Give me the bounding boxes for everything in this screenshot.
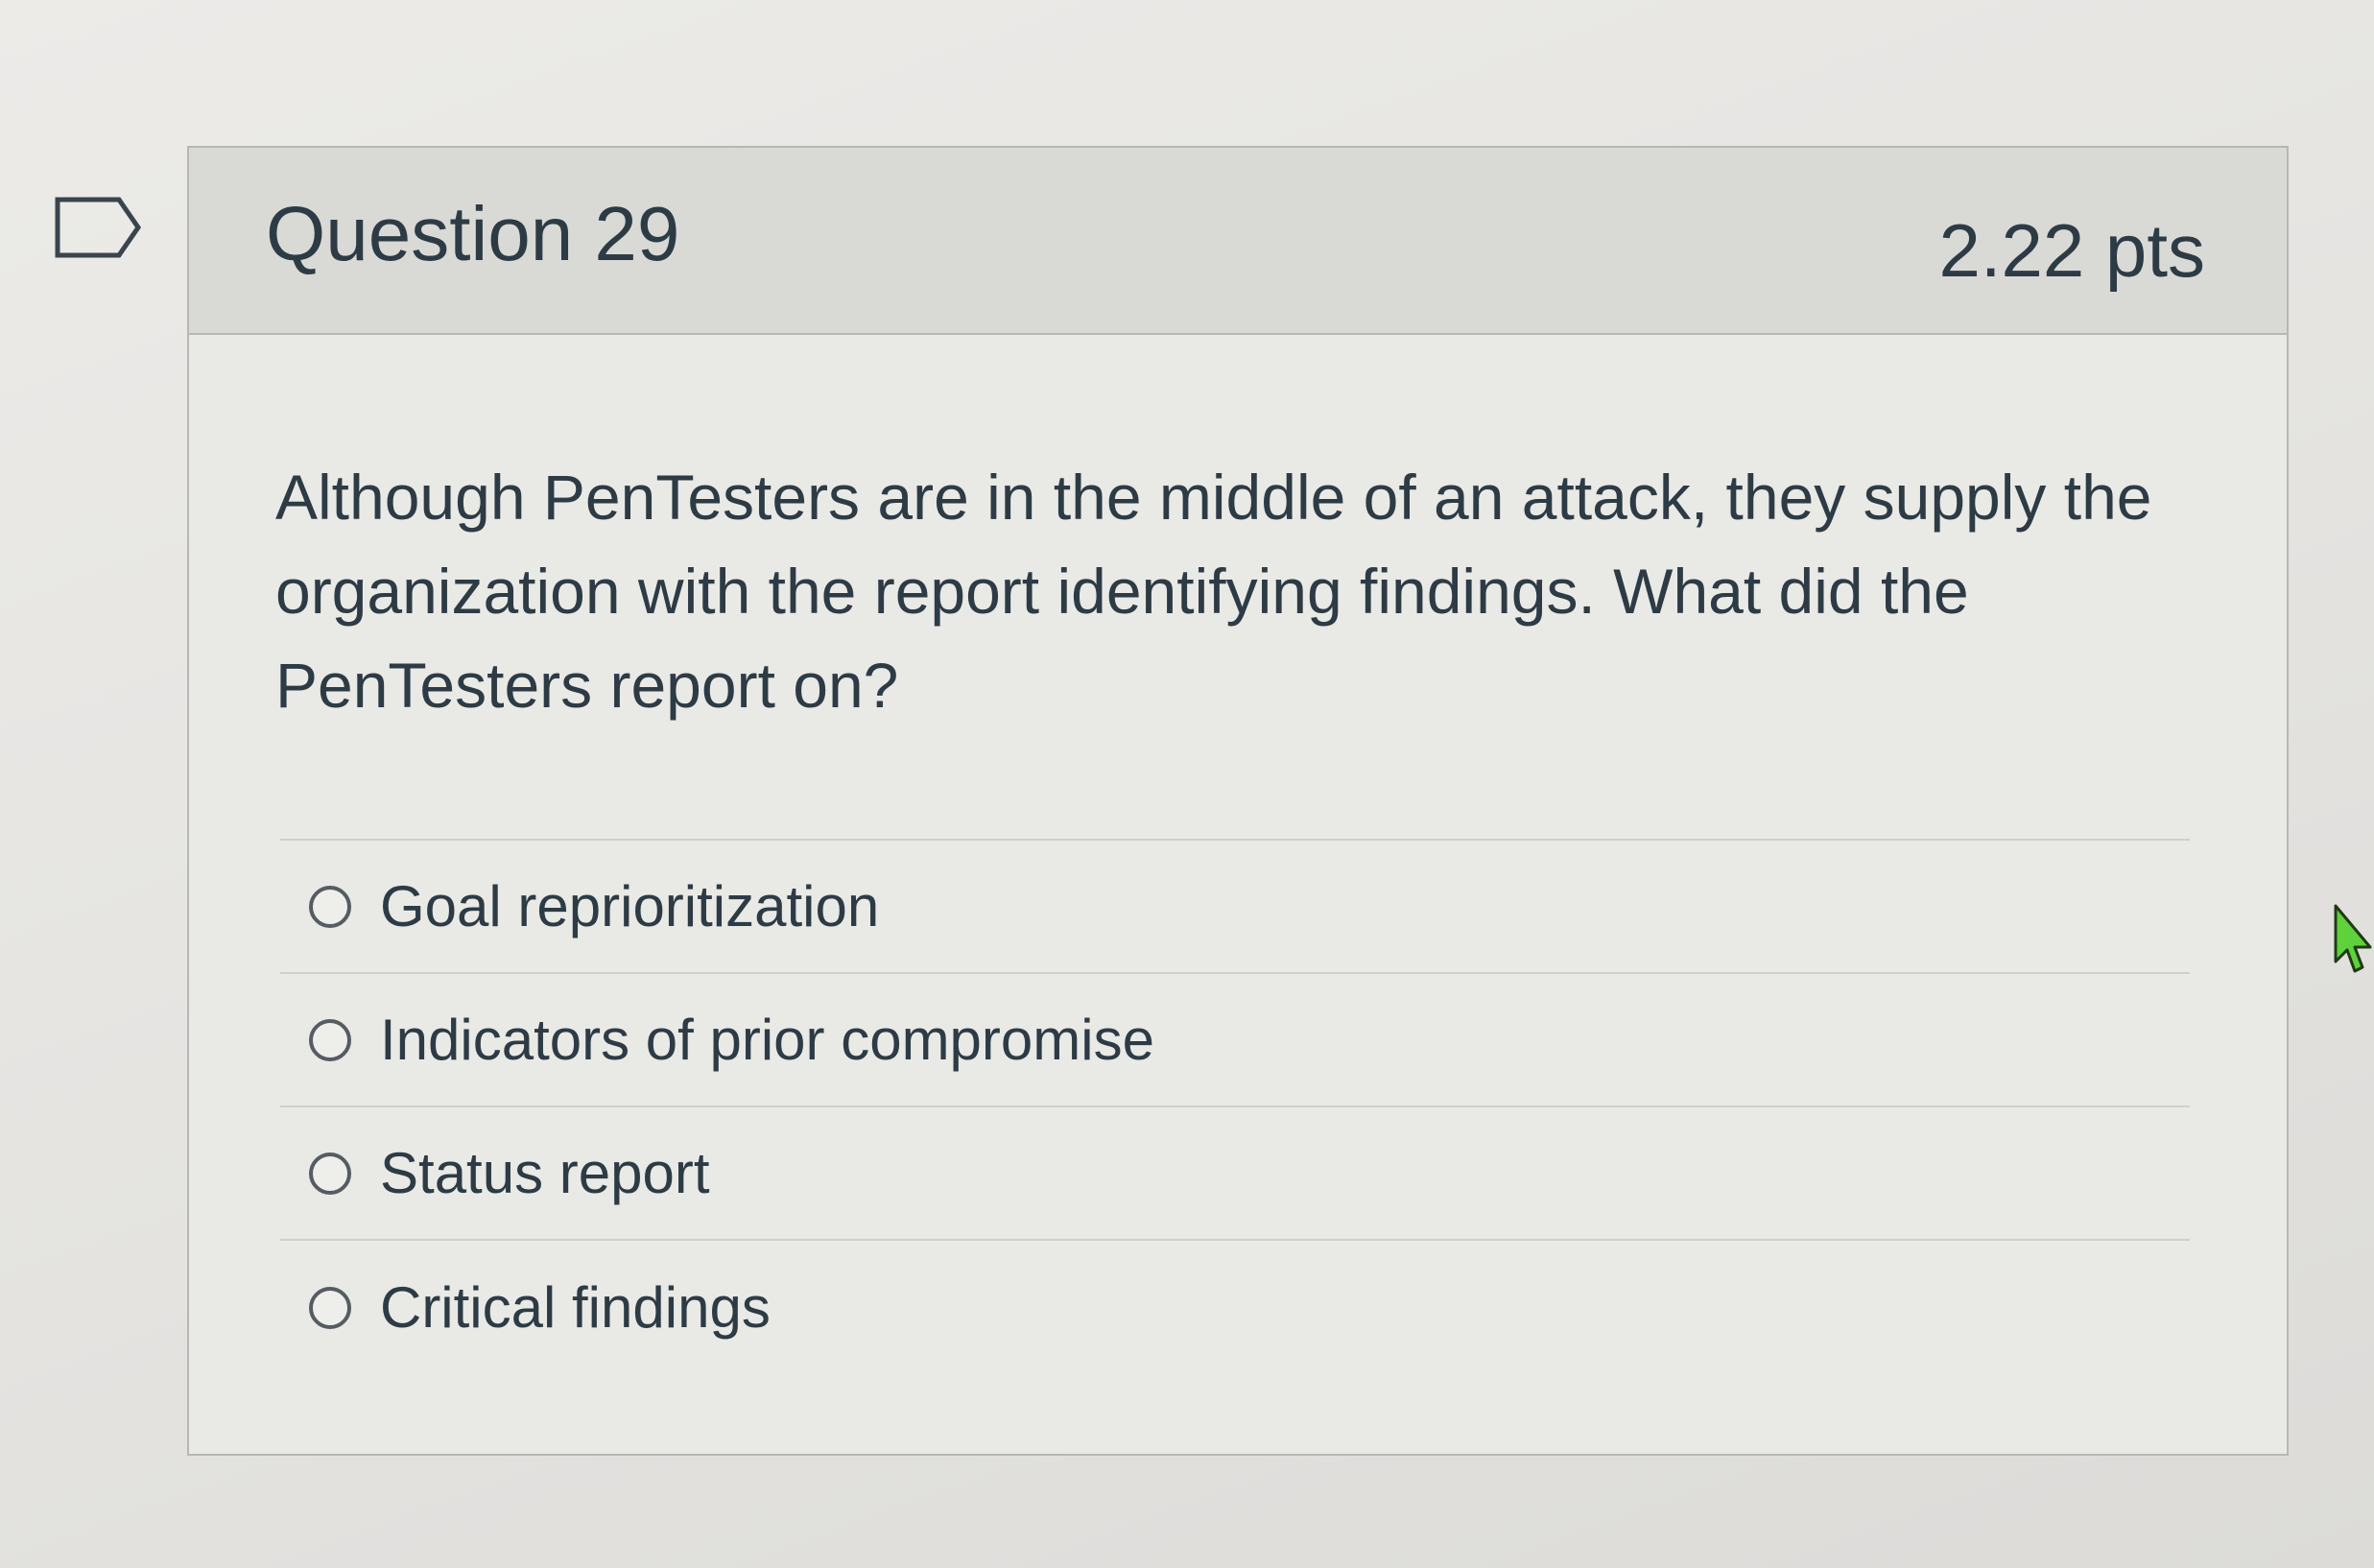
answer-label: Goal reprioritization	[380, 874, 880, 938]
radio-button[interactable]	[309, 885, 351, 928]
question-points: 2.22 pts	[1938, 208, 2205, 293]
pointer-cursor-icon	[2334, 904, 2372, 973]
quiz-page: Question 29 2.22 pts Although PenTesters…	[0, 0, 2374, 1568]
question-text: Although PenTesters are in the middle of…	[275, 462, 2152, 721]
answer-list: Goal reprioritization Indicators of prio…	[280, 839, 2190, 1374]
radio-button[interactable]	[309, 1018, 351, 1061]
answer-option[interactable]: Status report	[280, 1107, 2190, 1241]
answer-option[interactable]: Critical findings	[280, 1241, 2190, 1374]
answer-label: Indicators of prior compromise	[380, 1008, 1154, 1072]
question-header: Question 29 2.22 pts	[189, 148, 2287, 335]
radio-button[interactable]	[309, 1286, 351, 1329]
answer-label: Critical findings	[380, 1275, 771, 1340]
question-title: Question 29	[266, 191, 680, 276]
question-body: Although PenTesters are in the middle of…	[189, 335, 2287, 1454]
answer-label: Status report	[380, 1141, 710, 1205]
answer-option[interactable]: Indicators of prior compromise	[280, 974, 2190, 1107]
radio-button[interactable]	[309, 1152, 351, 1195]
answer-option[interactable]: Goal reprioritization	[280, 841, 2190, 974]
question-card: Question 29 2.22 pts Although PenTesters…	[187, 146, 2289, 1456]
flag-outline-icon[interactable]	[54, 196, 142, 259]
